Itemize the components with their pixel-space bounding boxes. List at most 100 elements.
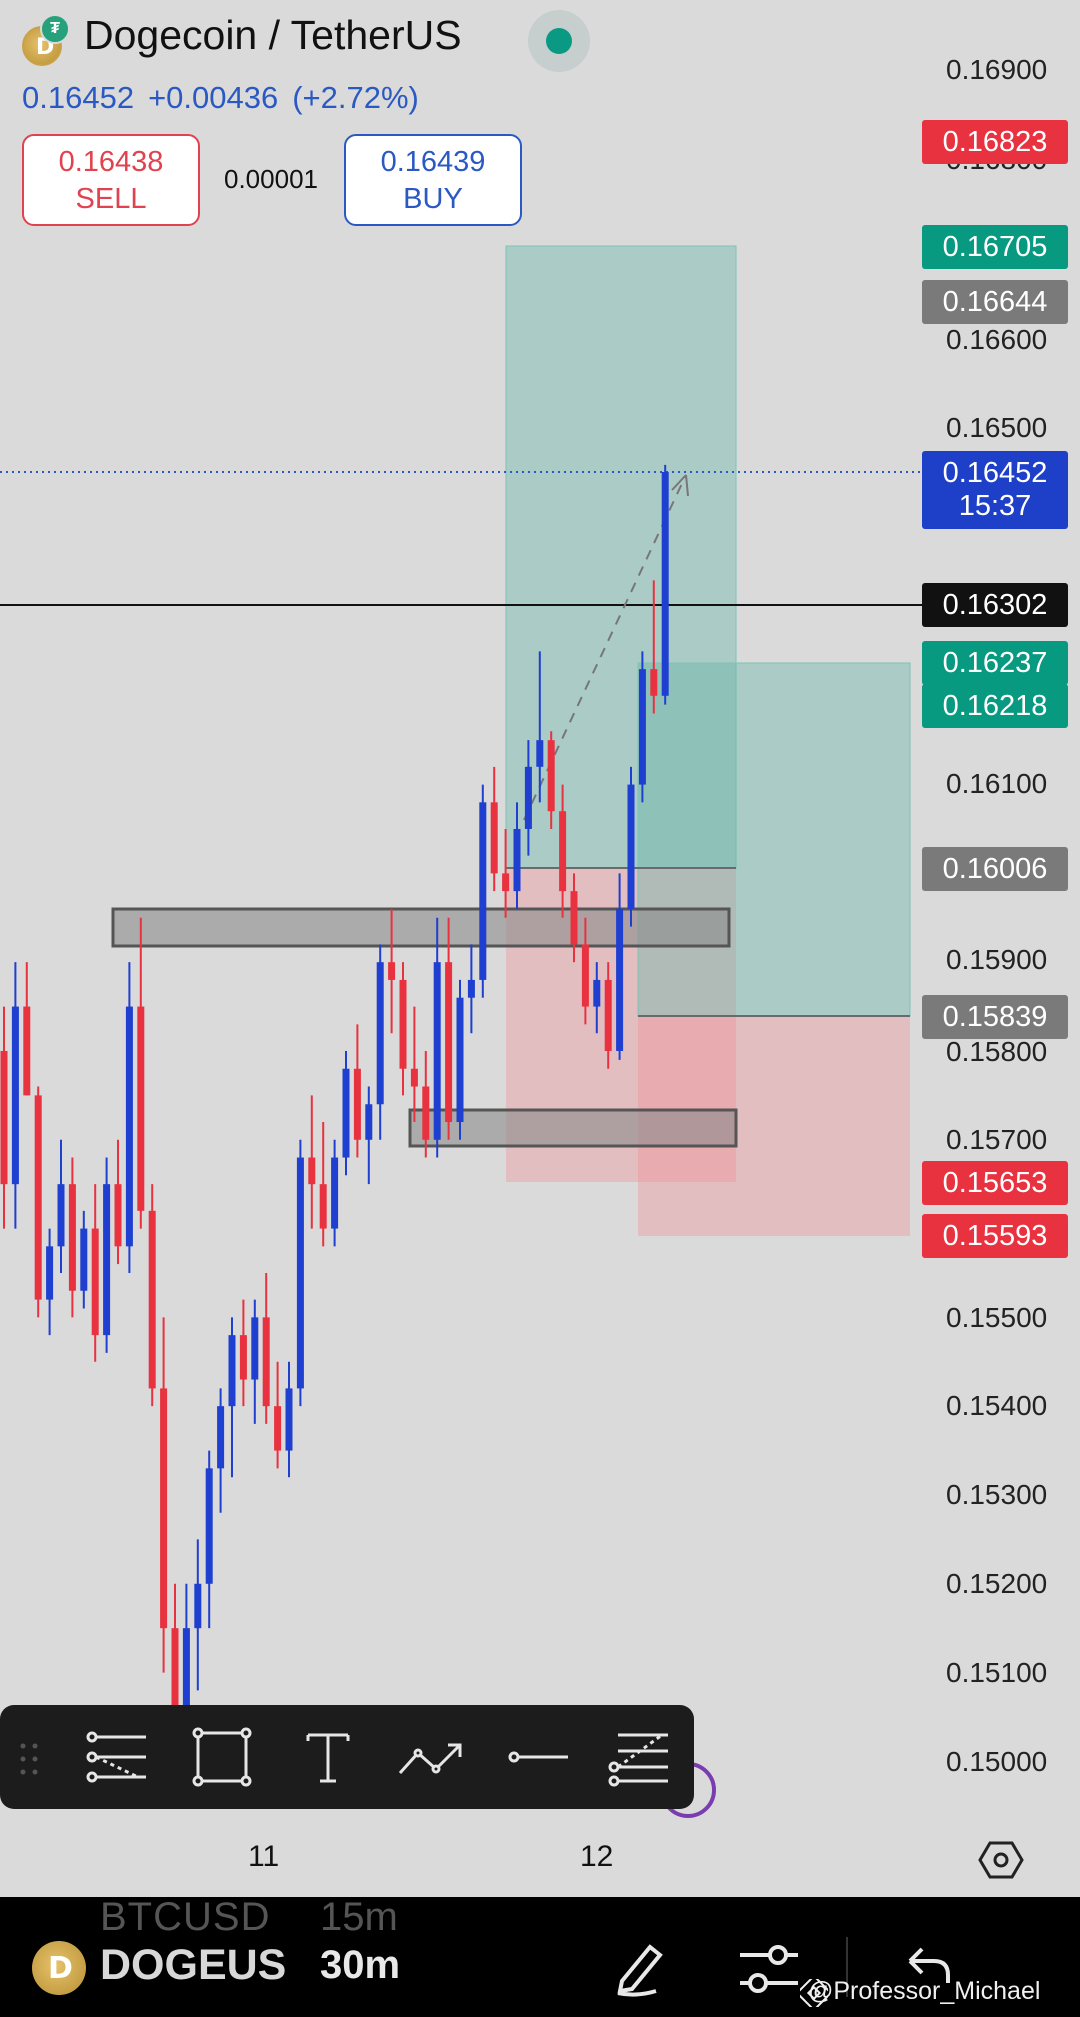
candle-body: [296, 1157, 304, 1389]
axis-label: 0.15400: [946, 1390, 1048, 1421]
sell-label: SELL: [75, 183, 147, 215]
candle-body: [137, 1006, 145, 1211]
price-tag-16644[interactable]: 0.16644: [922, 280, 1068, 324]
time-axis-label: 12: [580, 1840, 614, 1873]
candle-body: [445, 962, 453, 1123]
candle-body: [581, 944, 589, 1007]
price-change-percent: (+2.72%): [292, 80, 419, 115]
candle-body: [217, 1406, 225, 1469]
candle-body: [365, 1104, 373, 1140]
candle-body: [467, 979, 475, 998]
candle-body: [650, 669, 658, 696]
candle-body: [547, 740, 555, 812]
axis-label: 0.16900: [946, 54, 1048, 85]
candle-body: [502, 873, 510, 892]
candle-body: [251, 1317, 259, 1380]
price-tag-16823[interactable]: 0.16823: [922, 120, 1068, 164]
candle-body: [57, 1184, 65, 1247]
candle-body: [103, 1184, 111, 1336]
rectangle-icon[interactable]: [188, 1725, 256, 1789]
drag-handle-icon[interactable]: [18, 1741, 42, 1777]
candle-body: [68, 1184, 76, 1291]
candle-body: [160, 1388, 168, 1629]
last-price-tag[interactable]: 0.16452 15:37: [922, 451, 1068, 529]
indicators-sliders-icon[interactable]: [738, 1941, 800, 1997]
candle-body: [422, 1086, 430, 1140]
candle-body: [490, 802, 498, 874]
candle-body: [376, 962, 384, 1105]
sell-price: 0.16438: [58, 146, 164, 178]
timeframe-selector[interactable]: 30m: [320, 1943, 400, 1988]
candle-body: [91, 1228, 99, 1336]
axis-label: 0.15200: [946, 1568, 1048, 1599]
candle-body: [638, 669, 646, 785]
market-status-indicator[interactable]: [528, 10, 590, 72]
price-tag-16705[interactable]: 0.16705: [922, 225, 1068, 269]
candle-body: [46, 1246, 54, 1300]
price-tag-15593[interactable]: 0.15593: [922, 1214, 1068, 1258]
candle-body: [148, 1210, 156, 1389]
candle-body: [353, 1068, 361, 1140]
trend-lines-icon[interactable]: [82, 1725, 150, 1789]
candle-body: [308, 1157, 316, 1185]
long-position-2-profit-zone[interactable]: [637, 662, 911, 1017]
bar-countdown: 15:37: [958, 490, 1032, 522]
axis-label: 0.15100: [946, 1657, 1048, 1688]
candle-body: [388, 962, 396, 980]
pencil-draw-icon[interactable]: [612, 1937, 668, 1997]
price-tag-16302[interactable]: 0.16302: [922, 583, 1068, 627]
symbol-title[interactable]: Dogecoin / TetherUS: [84, 12, 462, 59]
price-change: +0.00436: [148, 80, 279, 115]
candle-body: [11, 1006, 19, 1185]
text-icon[interactable]: [294, 1725, 362, 1789]
symbol-selector[interactable]: DOGEUS: [100, 1941, 286, 1990]
price-tag-15653[interactable]: 0.15653: [922, 1161, 1068, 1205]
price-tag-16237[interactable]: 0.16237: [922, 641, 1068, 685]
candle-body: [593, 979, 601, 1007]
candle-body: [80, 1228, 88, 1291]
candle-body: [34, 1095, 42, 1300]
drawing-toolbar: [0, 1705, 694, 1809]
last-price-tag-value: 0.16452: [942, 457, 1048, 489]
chart-settings-icon[interactable]: [978, 1840, 1024, 1880]
chart-screen: D ₮ Dogecoin / TetherUS 0.16452 +0.00436 (…: [0, 0, 1080, 2017]
price-tag-16006[interactable]: 0.16006: [922, 847, 1068, 891]
resistance-zone-rectangle[interactable]: [111, 907, 731, 948]
candle-body: [23, 1006, 31, 1096]
candle-body: [479, 802, 487, 980]
candle-body: [661, 472, 669, 696]
horizontal-ray-icon[interactable]: [504, 1725, 572, 1789]
path-arrow-icon[interactable]: [396, 1725, 464, 1789]
buy-label: BUY: [403, 183, 463, 215]
candle-body: [513, 828, 521, 892]
candle-body: [433, 962, 441, 1140]
sell-button[interactable]: 0.16438 SELL: [22, 134, 200, 226]
buy-button[interactable]: 0.16439 BUY: [344, 134, 522, 226]
candle-body: [536, 740, 544, 767]
axis-label: 0.16500: [946, 412, 1048, 443]
price-tag-15839[interactable]: 0.15839: [922, 995, 1068, 1039]
candle-body: [262, 1317, 270, 1407]
candle-body: [125, 1006, 133, 1247]
axis-label: 0.16100: [946, 768, 1048, 799]
candle-body: [524, 766, 532, 829]
axis-label: 0.15300: [946, 1479, 1048, 1510]
axis-label: 0.15800: [946, 1036, 1048, 1067]
previous-timeframe-ghost: 15m: [320, 1897, 398, 1939]
watermark-text: @Professor_Michael: [808, 1977, 1041, 2005]
candle-body: [274, 1406, 282, 1451]
price-tag-16218[interactable]: 0.16218: [922, 684, 1068, 728]
candle-body: [239, 1335, 247, 1380]
chart-canvas[interactable]: [0, 0, 1080, 1840]
dogecoin-symbol-icon: D: [32, 1941, 86, 1995]
candle-body: [559, 811, 567, 892]
market-open-dot-icon: [546, 28, 572, 54]
candle-body: [410, 1068, 418, 1087]
fib-levels-icon[interactable]: [604, 1725, 672, 1789]
candle-body: [319, 1184, 327, 1229]
candle-body: [627, 784, 635, 909]
spread-value: 0.00001: [224, 164, 318, 194]
candle-body: [342, 1068, 350, 1158]
previous-symbol-ghost: BTCUSD: [100, 1897, 271, 1939]
candle-body: [0, 1050, 8, 1185]
